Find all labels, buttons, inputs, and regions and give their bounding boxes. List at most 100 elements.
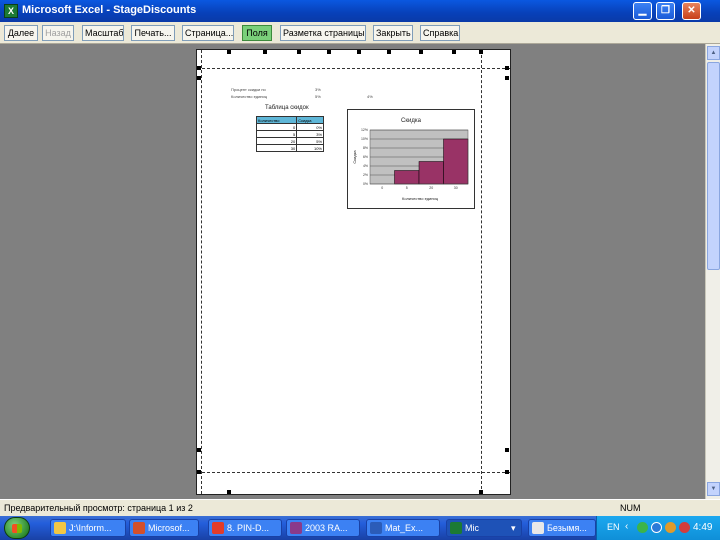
word-icon [370, 522, 382, 534]
margin-handle[interactable] [197, 76, 201, 80]
column-handle[interactable] [327, 50, 331, 54]
discount-table-title: Таблица скидок [265, 105, 309, 111]
table-cell: 0% [296, 123, 324, 131]
margin-handle[interactable] [505, 470, 509, 474]
close-preview-button[interactable]: Закрыть [373, 25, 413, 41]
taskbar-item[interactable]: J:\Inform... [50, 519, 126, 537]
right-margin-line[interactable] [481, 50, 482, 494]
security-icon[interactable] [651, 522, 662, 533]
preview-page[interactable]: Процент скидки по 3% Количество единиц 5… [196, 49, 511, 495]
column-handle[interactable] [452, 50, 456, 54]
window-title: Microsoft Excel - StageDiscounts [22, 4, 197, 16]
status-bar: Предварительный просмотр: страница 1 из … [0, 499, 720, 516]
chart-y-axis-label: Скидка [352, 150, 357, 164]
top-margin-line[interactable] [197, 68, 510, 69]
left-margin-line[interactable] [201, 50, 202, 494]
chart-svg: Скидка Скидка Количество единиц 0% 2% 4% 6%… [352, 118, 469, 201]
margin-handle[interactable] [197, 448, 201, 452]
taskbar-item-label: Безымя... [547, 523, 587, 533]
chart-bar[interactable] [394, 170, 420, 185]
vertical-scrollbar[interactable]: ▲ ▼ [705, 44, 720, 499]
winrar-icon [290, 522, 302, 534]
chart-y-tick-label: 4% [363, 164, 368, 168]
column-handle[interactable] [479, 490, 483, 494]
minimize-button[interactable]: ▁ [633, 2, 652, 20]
sheet-side-value: 4% [367, 94, 373, 99]
chart-y-tick-label: 6% [363, 155, 368, 159]
taskbar-item[interactable]: Microsof... [129, 519, 199, 537]
scroll-thumb[interactable] [707, 62, 720, 270]
chevron-down-icon[interactable]: ▾ [511, 520, 516, 536]
margin-handle[interactable] [505, 66, 509, 70]
chart-y-tick-label: 0% [363, 182, 368, 186]
table-row: 0 0% [255, 123, 324, 131]
next-button[interactable]: Далее [4, 25, 38, 41]
sheet-value: 3% [315, 87, 321, 92]
taskbar-item-label: Mat_Ex... [385, 523, 424, 533]
chart-bar[interactable] [443, 138, 469, 185]
chart-y-tick-label: 2% [363, 173, 368, 177]
excel-icon [450, 522, 462, 534]
table-cell: 0 [255, 123, 298, 131]
column-handle[interactable] [419, 50, 423, 54]
close-window-button[interactable]: ✕ [682, 2, 701, 20]
excel-app-icon[interactable]: X [4, 4, 18, 18]
chart-x-tick-label: 20 [429, 186, 433, 190]
taskbar-item-label: 8. PIN-D... [227, 523, 270, 533]
chart-x-axis-label: Количество единиц [402, 196, 439, 201]
taskbar-item-active[interactable]: Mic ▾ [446, 519, 522, 537]
print-preview-area: Процент скидки по 3% Количество единиц 5… [0, 44, 705, 499]
column-handle[interactable] [479, 50, 483, 54]
language-indicator[interactable]: EN [607, 522, 620, 532]
table-row: 5 3% [255, 130, 324, 138]
scroll-up-button[interactable]: ▲ [707, 46, 720, 60]
taskbar-item[interactable]: 8. PIN-D... [208, 519, 282, 537]
margin-handle[interactable] [197, 66, 201, 70]
margin-handle[interactable] [505, 76, 509, 80]
sheet-value: 5% [315, 94, 321, 99]
taskbar-item-label: Microsof... [148, 523, 190, 533]
windows-taskbar: J:\Inform... Microsof... 8. PIN-D... 200… [0, 516, 720, 540]
column-handle[interactable] [227, 50, 231, 54]
taskbar-item[interactable]: Mat_Ex... [366, 519, 440, 537]
help-button[interactable]: Справка [420, 25, 460, 41]
margin-handle[interactable] [197, 470, 201, 474]
margin-handle[interactable] [505, 448, 509, 452]
title-bar: X Microsoft Excel - StageDiscounts ▁ ❐ ✕ [0, 0, 720, 22]
page-setup-button[interactable]: Страница... [182, 25, 234, 41]
column-handle[interactable] [297, 50, 301, 54]
chart-title: Скидка [401, 118, 422, 124]
previous-button[interactable]: Назад [42, 25, 74, 41]
clock[interactable]: 4:49 [693, 522, 712, 533]
volume-icon[interactable] [665, 522, 676, 533]
table-cell: 20 [255, 137, 298, 145]
alert-icon[interactable] [679, 522, 690, 533]
taskbar-item[interactable]: 2003 RA... [286, 519, 360, 537]
zoom-button[interactable]: Масштаб [82, 25, 124, 41]
network-icon[interactable] [637, 522, 648, 533]
print-preview-toolbar: Далее Назад Масштаб Печать... Страница..… [0, 22, 720, 44]
taskbar-item-label: 2003 RA... [305, 523, 348, 533]
restore-button[interactable]: ❐ [656, 2, 675, 20]
column-handle[interactable] [387, 50, 391, 54]
tray-expand-icon[interactable]: ‹ [625, 521, 628, 532]
start-button[interactable] [4, 517, 30, 539]
column-handle[interactable] [263, 50, 267, 54]
table-cell: 5% [296, 137, 324, 145]
folder-icon [54, 522, 66, 534]
scroll-down-button[interactable]: ▼ [707, 482, 720, 496]
page-break-preview-button[interactable]: Разметка страницы [280, 25, 366, 41]
num-lock-indicator: NUM [620, 503, 641, 513]
column-handle[interactable] [227, 490, 231, 494]
taskbar-item-label: Mic [465, 523, 479, 533]
chart-x-tick-label: 0 [381, 186, 383, 190]
taskbar-item[interactable]: Безымя... [528, 519, 596, 537]
discount-chart[interactable]: Скидка Скидка Количество единиц 0% 2% 4% 6%… [347, 109, 475, 209]
print-button[interactable]: Печать... [131, 25, 175, 41]
bottom-margin-line[interactable] [197, 472, 510, 473]
chart-bar[interactable] [418, 161, 444, 185]
system-tray: EN ‹ 4:49 [596, 516, 720, 540]
column-handle[interactable] [357, 50, 361, 54]
margins-button[interactable]: Поля [242, 25, 272, 41]
table-header: Количество [255, 116, 298, 124]
